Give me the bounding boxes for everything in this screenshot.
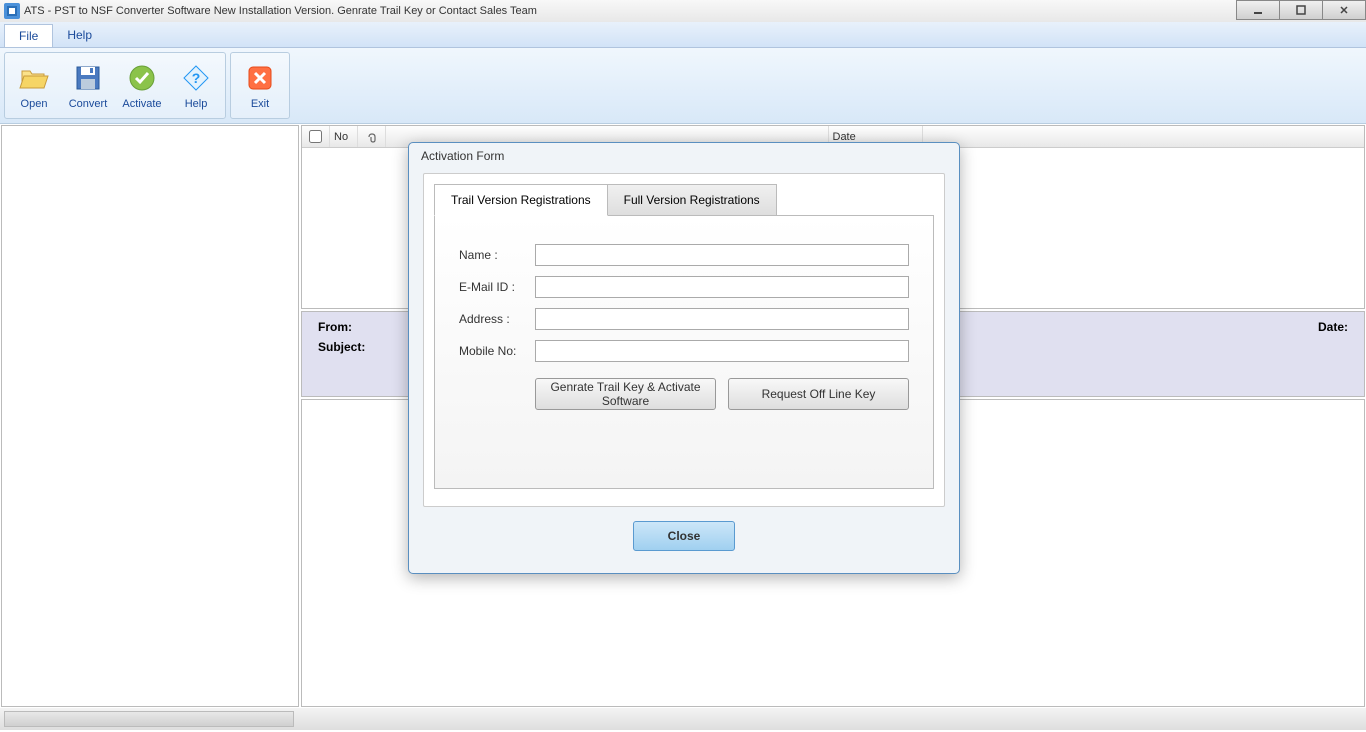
info-subject-label: Subject: — [318, 340, 365, 354]
mobile-label: Mobile No: — [459, 344, 535, 358]
tab-trail-version[interactable]: Trail Version Registrations — [434, 184, 608, 216]
address-input[interactable] — [535, 308, 909, 330]
info-date-label: Date: — [1318, 320, 1348, 334]
tab-strip: Trail Version Registrations Full Version… — [424, 174, 944, 216]
activation-dialog: Activation Form Trail Version Registrati… — [408, 142, 960, 574]
close-button[interactable] — [1322, 0, 1366, 20]
convert-button[interactable]: Convert — [61, 55, 115, 116]
titlebar: ATS - PST to NSF Converter Software New … — [0, 0, 1366, 22]
tree-panel — [1, 125, 299, 707]
help-button[interactable]: ? Help — [169, 55, 223, 116]
menu-help[interactable]: Help — [53, 24, 106, 46]
toolbar: Open Convert Activate ? Help Exit — [0, 48, 1366, 124]
email-label: E-Mail ID : — [459, 280, 535, 294]
app-icon — [4, 3, 20, 19]
close-icon — [244, 62, 276, 94]
help-icon: ? — [180, 62, 212, 94]
svg-text:?: ? — [192, 70, 201, 86]
name-input[interactable] — [535, 244, 909, 266]
open-button[interactable]: Open — [7, 55, 61, 116]
menu-file[interactable]: File — [4, 24, 53, 47]
maximize-button[interactable] — [1279, 0, 1323, 20]
grid-col-no[interactable]: No — [330, 126, 358, 147]
mobile-input[interactable] — [535, 340, 909, 362]
activate-label: Activate — [122, 98, 161, 110]
email-input[interactable] — [535, 276, 909, 298]
generate-key-button[interactable]: Genrate Trail Key & Activate Software — [535, 378, 716, 410]
menubar: File Help — [0, 22, 1366, 48]
dialog-close-button[interactable]: Close — [633, 521, 735, 551]
address-label: Address : — [459, 312, 535, 326]
grid-col-checkbox[interactable] — [302, 126, 330, 147]
tab-full-version[interactable]: Full Version Registrations — [607, 184, 777, 216]
minimize-button[interactable] — [1236, 0, 1280, 20]
exit-label: Exit — [251, 98, 269, 110]
status-segment — [4, 711, 294, 727]
exit-button[interactable]: Exit — [233, 55, 287, 116]
select-all-checkbox[interactable] — [309, 130, 322, 143]
save-icon — [72, 62, 104, 94]
dialog-title: Activation Form — [409, 143, 959, 169]
grid-col-attachment[interactable] — [358, 126, 386, 147]
window-title: ATS - PST to NSF Converter Software New … — [24, 5, 537, 17]
check-circle-icon — [126, 62, 158, 94]
tab-content: Name : E-Mail ID : Address : Mobile No: … — [434, 215, 934, 489]
help-label: Help — [185, 98, 208, 110]
name-label: Name : — [459, 248, 535, 262]
activate-button[interactable]: Activate — [115, 55, 169, 116]
folder-open-icon — [18, 62, 50, 94]
convert-label: Convert — [69, 98, 108, 110]
request-offline-key-button[interactable]: Request Off Line Key — [728, 378, 909, 410]
info-from-label: From: — [318, 320, 352, 334]
open-label: Open — [21, 98, 48, 110]
statusbar — [0, 708, 1366, 730]
paperclip-icon — [366, 131, 378, 143]
